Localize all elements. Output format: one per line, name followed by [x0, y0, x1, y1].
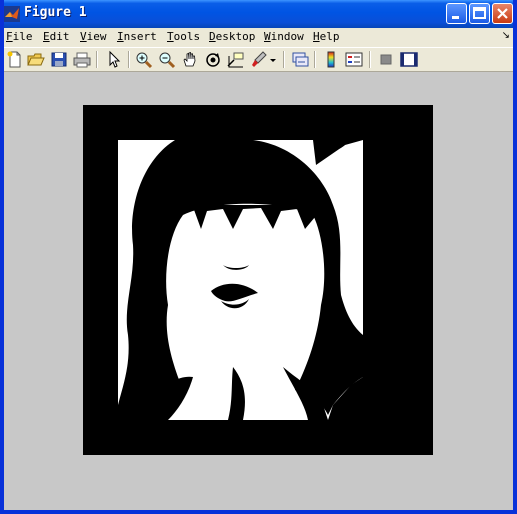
menu-bar: File Edit View Insert Tools Desktop Wind…	[4, 28, 513, 47]
minimize-button[interactable]	[446, 3, 467, 24]
pan-icon[interactable]	[180, 50, 200, 69]
window-frame-left	[0, 0, 4, 514]
menu-desktop[interactable]: Desktop	[209, 30, 255, 43]
menu-help[interactable]: Help	[313, 30, 340, 43]
figure-canvas[interactable]	[4, 72, 513, 510]
new-figure-icon[interactable]	[5, 50, 25, 69]
hide-plot-tools-icon[interactable]	[376, 50, 396, 69]
matlab-logo-icon	[4, 6, 20, 22]
save-icon[interactable]	[49, 50, 69, 69]
minimize-icon	[452, 16, 459, 19]
toolbar-separator	[369, 51, 371, 68]
menu-view[interactable]: View	[80, 30, 107, 43]
title-bar[interactable]: Figure 1	[0, 0, 517, 28]
print-icon[interactable]	[72, 50, 92, 69]
menu-tools[interactable]: Tools	[167, 30, 200, 43]
close-button[interactable]	[492, 3, 513, 24]
menu-file-rest: ile	[12, 30, 33, 43]
menu-window[interactable]: Window	[264, 30, 304, 43]
window-title: Figure 1	[24, 5, 87, 20]
brush-dropdown-icon[interactable]	[268, 50, 278, 69]
toolbar-separator	[96, 51, 98, 68]
link-plot-icon[interactable]	[290, 50, 310, 69]
toolbar-separator	[128, 51, 130, 68]
client-area: File Edit View Insert Tools Desktop Wind…	[4, 28, 513, 510]
legend-icon[interactable]	[344, 50, 364, 69]
dock-arrow-icon[interactable]: ↘	[502, 30, 510, 41]
window-frame-bottom	[0, 510, 517, 514]
zoom-out-icon[interactable]	[157, 50, 177, 69]
open-file-icon[interactable]	[26, 50, 46, 69]
menu-edit[interactable]: Edit	[43, 30, 70, 43]
menu-insert[interactable]: Insert	[117, 30, 157, 43]
toolbar-separator	[314, 51, 316, 68]
binary-portrait-image	[83, 105, 433, 455]
show-plot-tools-icon[interactable]	[399, 50, 419, 69]
rotate-3d-icon[interactable]	[203, 50, 223, 69]
menu-file[interactable]: File	[6, 30, 33, 43]
figure-toolbar	[4, 47, 513, 72]
data-cursor-icon[interactable]	[226, 50, 246, 69]
image-axes[interactable]	[83, 105, 433, 455]
figure-window: Figure 1 File Edit View Insert Tools Des…	[0, 0, 517, 514]
maximize-button[interactable]	[469, 3, 490, 24]
edit-plot-icon[interactable]	[104, 50, 124, 69]
colorbar-icon[interactable]	[321, 50, 341, 69]
window-frame-right	[513, 0, 517, 514]
maximize-icon	[473, 7, 486, 19]
toolbar-separator	[283, 51, 285, 68]
zoom-in-icon[interactable]	[134, 50, 154, 69]
close-icon	[497, 8, 508, 19]
brush-icon[interactable]	[249, 50, 269, 69]
